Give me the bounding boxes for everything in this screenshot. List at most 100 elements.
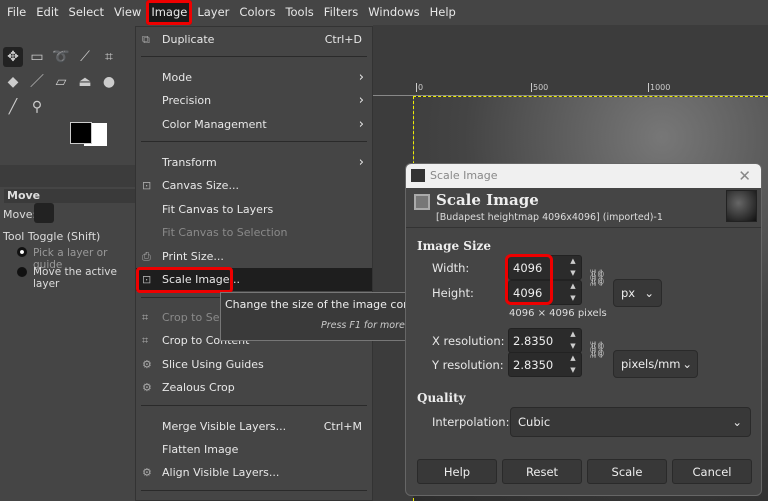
chain-link-icon[interactable]: ⛓	[587, 268, 607, 287]
rect-select-icon[interactable]: ▭	[27, 47, 47, 67]
menu-item-canvas-size[interactable]: ⊡ Canvas Size...	[136, 174, 372, 197]
label: Color Management	[162, 118, 267, 131]
menu-item-slice-guides[interactable]: ⚙ Slice Using Guides	[136, 353, 372, 376]
dialog-header: Scale Image	[436, 191, 539, 209]
menu-item-color-management[interactable]: Color Management ›	[136, 113, 372, 136]
dialog-titlebar[interactable]: Scale Image ✕	[406, 164, 761, 188]
menu-select[interactable]: Select	[64, 0, 109, 25]
horizontal-ruler[interactable]: 0 500 1000	[373, 83, 768, 96]
menu-item-duplicate[interactable]: ⧉ Duplicate Ctrl+D	[136, 28, 372, 51]
printer-icon: ⎙	[142, 250, 151, 263]
chain-link-icon[interactable]: ⛓	[587, 340, 607, 359]
scale-image-dialog: Scale Image ✕ Scale Image [Budapest heig…	[405, 163, 762, 496]
menu-item-flatten[interactable]: Flatten Image	[136, 438, 372, 461]
interpolation-dropdown[interactable]: Cubic ⌄	[510, 407, 751, 437]
label: Precision	[162, 94, 212, 107]
image-size-heading: Image Size	[417, 239, 491, 253]
scale-image-icon	[414, 194, 430, 210]
smudge-icon[interactable]: ●	[99, 72, 119, 92]
xres-label: X resolution:	[432, 334, 505, 348]
zoom-icon[interactable]: ⚲	[27, 97, 47, 117]
lasso-icon[interactable]: ➰	[51, 47, 71, 67]
menu-tools[interactable]: Tools	[280, 0, 318, 25]
dialog-subtitle: [Budapest heightmap 4096x4096] (imported…	[436, 212, 663, 223]
plugin-gear-icon: ⚙	[142, 466, 152, 479]
help-button[interactable]: Help	[417, 459, 497, 484]
menu-view[interactable]: View	[109, 0, 146, 25]
clone-icon[interactable]: ⏏	[75, 72, 95, 92]
menu-colors[interactable]: Colors	[234, 0, 280, 25]
plugin-gear-icon: ⚙	[142, 358, 152, 371]
tooltip-help: Press F1 for more help	[321, 320, 423, 331]
label: Transform	[162, 156, 217, 169]
color-picker-icon[interactable]: ╱	[3, 97, 23, 117]
tool-toggle-label: Tool Toggle (Shift)	[3, 230, 101, 243]
fuzzy-select-icon[interactable]: ⟋	[75, 47, 95, 67]
menu-item-align-visible[interactable]: ⚙ Align Visible Layers...	[136, 461, 372, 484]
menu-file[interactable]: File	[2, 0, 31, 25]
eraser-icon[interactable]: ▱	[51, 72, 71, 92]
radio-move-active[interactable]	[17, 267, 27, 277]
menu-item-merge-visible[interactable]: Merge Visible Layers... Ctrl+M	[136, 415, 372, 438]
menu-edit[interactable]: Edit	[31, 0, 63, 25]
gimp-icon	[411, 169, 425, 182]
label: Print Size...	[162, 250, 224, 263]
height-label: Height:	[432, 286, 474, 300]
image-menu-dropdown: ⧉ Duplicate Ctrl+D Mode › Precision › Color …	[135, 26, 373, 501]
value: Cubic	[518, 415, 551, 429]
menu-windows[interactable]: Windows	[363, 0, 424, 25]
width-spinner[interactable]: ▲ ▼	[566, 255, 580, 279]
menu-item-precision[interactable]: Precision ›	[136, 89, 372, 112]
paintbrush-icon[interactable]: ／	[27, 72, 47, 92]
move-tool-icon[interactable]: ✥	[3, 47, 23, 67]
separator	[141, 490, 367, 491]
menu-item-fit-canvas-layers[interactable]: Fit Canvas to Layers	[136, 198, 372, 221]
menu-item-print-size[interactable]: ⎙ Print Size...	[136, 245, 372, 268]
yres-spinner[interactable]: ▲ ▼	[566, 352, 580, 376]
menu-item-mode[interactable]: Mode ›	[136, 66, 372, 89]
menubar: File Edit Select View Image Layer Colors…	[0, 0, 768, 25]
crop-icon: ⌗	[142, 311, 149, 324]
height-spinner[interactable]: ▲ ▼	[566, 280, 580, 304]
label: Zealous Crop	[162, 381, 235, 394]
shortcut: Ctrl+M	[323, 420, 362, 433]
label: Canvas Size...	[162, 179, 239, 192]
tooltip-text: Change the size of the image content	[225, 298, 423, 311]
crop-icon[interactable]: ⌗	[99, 47, 119, 67]
res-unit-dropdown[interactable]: pixels/mm ⌄	[613, 350, 698, 378]
interpolation-label: Interpolation:	[432, 415, 510, 429]
close-icon[interactable]: ✕	[738, 164, 751, 188]
menu-image[interactable]: Image	[146, 0, 193, 25]
reset-button[interactable]: Reset	[502, 459, 582, 484]
label: Fit Canvas to Layers	[162, 203, 274, 216]
foreground-color[interactable]	[70, 122, 92, 144]
move-layer-button[interactable]	[34, 203, 54, 223]
menu-layer[interactable]: Layer	[192, 0, 234, 25]
cancel-button[interactable]: Cancel	[672, 459, 752, 484]
separator	[141, 405, 367, 406]
chevron-right-icon: ›	[358, 70, 364, 85]
ruler-label: 0	[416, 83, 424, 92]
toolbox: ✥ ▭ ➰ ⟋ ⌗ ◆ ／ ▱ ⏏ ● ╱ ⚲ Move Move: Tool …	[0, 25, 135, 501]
bucket-fill-icon[interactable]: ◆	[3, 72, 23, 92]
chevron-right-icon: ›	[358, 155, 364, 170]
label: Slice Using Guides	[162, 358, 264, 371]
menu-filters[interactable]: Filters	[319, 0, 363, 25]
chevron-down-icon: ⌄	[732, 415, 742, 429]
size-unit-dropdown[interactable]: px ⌄	[613, 279, 662, 307]
label: Duplicate	[162, 33, 215, 46]
menu-item-fit-canvas-selection: Fit Canvas to Selection	[136, 221, 372, 244]
chevron-down-icon: ⌄	[644, 286, 654, 300]
chevron-down-icon: ⌄	[682, 357, 692, 371]
separator	[141, 141, 367, 142]
scale-button[interactable]: Scale	[587, 459, 667, 484]
width-label: Width:	[432, 261, 470, 275]
menu-item-transform[interactable]: Transform ›	[136, 151, 372, 174]
label: Fit Canvas to Selection	[162, 226, 288, 239]
menu-item-zealous-crop[interactable]: ⚙ Zealous Crop	[136, 376, 372, 399]
yres-label: Y resolution:	[432, 358, 504, 372]
radio-pick-layer[interactable]	[17, 247, 27, 257]
xres-spinner[interactable]: ▲ ▼	[566, 328, 580, 352]
highlight-box	[136, 267, 233, 293]
menu-help[interactable]: Help	[425, 0, 461, 25]
